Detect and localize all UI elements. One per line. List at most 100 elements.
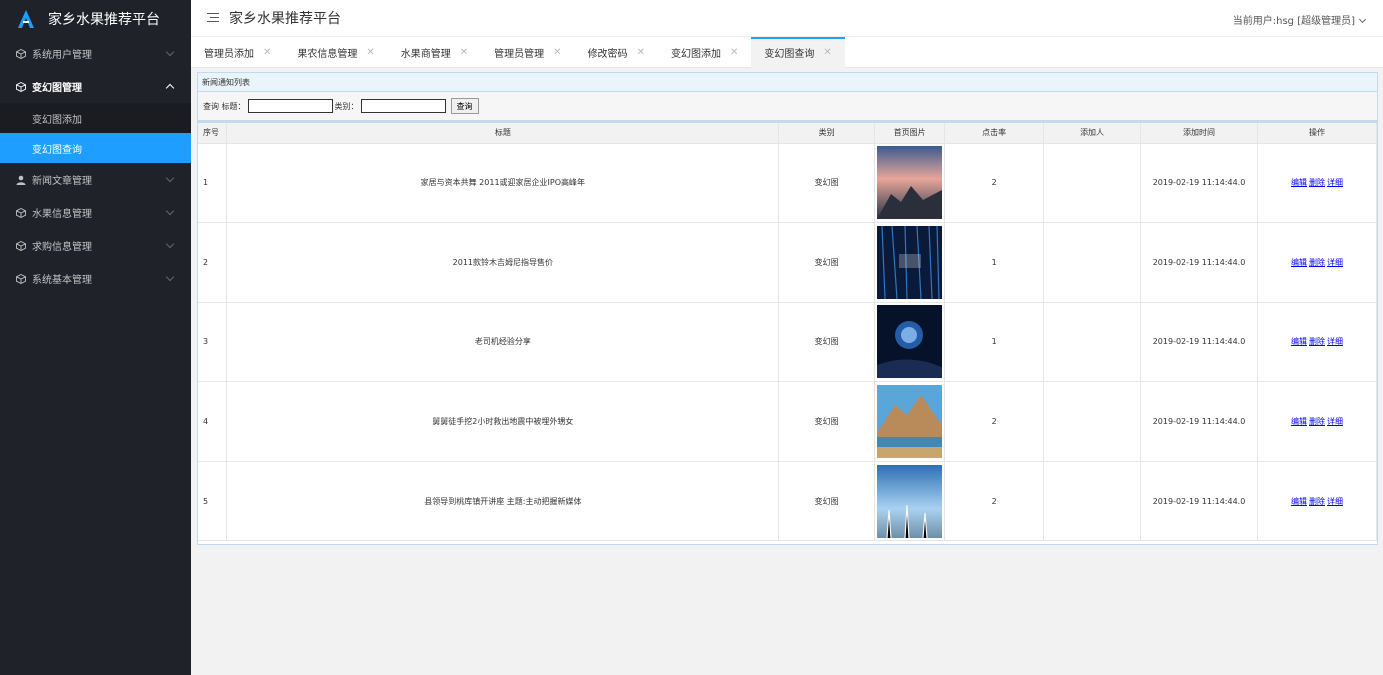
cube-icon: [16, 81, 26, 92]
sidebar-subitem-carousel-query[interactable]: 变幻图查询: [0, 133, 191, 163]
menu-toggle-icon[interactable]: [207, 13, 219, 23]
cell-clicks: 2: [944, 381, 1045, 462]
tab-label: 果农信息管理: [297, 49, 358, 60]
tab-merchant-manage[interactable]: 水果商管理 ✕: [388, 37, 481, 68]
current-user-label: 当前用户:hsg [超级管理员]: [1232, 16, 1355, 27]
tab-bar: 管理员添加 ✕ 果农信息管理 ✕ 水果商管理 ✕ 管理员管理 ✕ 修改密码 ✕ 变幻图添加…: [191, 37, 1383, 68]
col-header-title: 标题: [226, 123, 780, 144]
edit-link[interactable]: 编辑: [1291, 497, 1307, 506]
search-button[interactable]: 查询: [450, 98, 479, 114]
cell-no: 5: [198, 461, 228, 542]
cell-no: 2: [198, 222, 228, 303]
close-icon[interactable]: ✕: [730, 47, 738, 58]
carousel-table: 序号 标题 类别 首页图片 点击率 添加人 添加时间 操作 1 家居与资本共舞 …: [198, 123, 1377, 542]
cell-image: [874, 143, 946, 224]
edit-link[interactable]: 编辑: [1291, 417, 1307, 426]
cube-icon: [16, 240, 26, 251]
close-icon[interactable]: ✕: [366, 47, 374, 58]
tab-carousel-add[interactable]: 变幻图添加 ✕: [658, 37, 751, 68]
cell-adder: [1043, 143, 1142, 224]
cell-time: 2019-02-19 11:14:44.0: [1140, 222, 1258, 303]
close-icon[interactable]: ✕: [823, 47, 831, 58]
cell-adder: [1043, 302, 1142, 383]
search-bar: 查询 标题： 类别： 查询: [198, 92, 1377, 123]
cell-title: 家居与资本共舞 2011或迎家居企业IPO高峰年: [226, 143, 780, 224]
sidebar-item-label: 水果信息管理: [32, 209, 92, 220]
cell-adder: [1043, 222, 1142, 303]
sidebar-item-system-users[interactable]: 系统用户管理: [0, 37, 191, 70]
chevron-down-icon: [165, 272, 175, 282]
delete-link[interactable]: 删除: [1309, 417, 1325, 426]
sidebar-item-label: 变幻图管理: [32, 83, 82, 94]
cell-clicks: 1: [944, 222, 1045, 303]
app-title: 家乡水果推荐平台: [48, 11, 160, 28]
search-title-input[interactable]: [247, 99, 333, 113]
search-type-input[interactable]: [360, 99, 446, 113]
cell-time: 2019-02-19 11:14:44.0: [1140, 143, 1258, 224]
cube-icon: [16, 273, 26, 284]
detail-link[interactable]: 详细: [1327, 417, 1343, 426]
tab-label: 修改密码: [587, 49, 628, 60]
chevron-down-icon: [1358, 15, 1367, 24]
tab-carousel-query[interactable]: 变幻图查询 ✕: [751, 37, 846, 68]
cell-time: 2019-02-19 11:14:44.0: [1140, 461, 1258, 542]
col-header-no: 序号: [198, 123, 228, 144]
cell-clicks: 2: [944, 461, 1045, 542]
close-icon[interactable]: ✕: [263, 47, 271, 58]
detail-link[interactable]: 详细: [1327, 497, 1343, 506]
delete-link[interactable]: 删除: [1309, 337, 1325, 346]
table-row: 2 2011款铃木吉姆尼指导售价 变幻图 1 2019-02-19 11:14:…: [198, 222, 1377, 303]
cell-type: 变幻图: [778, 461, 876, 542]
col-header-ops: 操作: [1257, 123, 1377, 144]
delete-link[interactable]: 删除: [1309, 258, 1325, 267]
delete-link[interactable]: 删除: [1309, 178, 1325, 187]
col-header-image: 首页图片: [874, 123, 946, 144]
sidebar: 家乡水果推荐平台 系统用户管理 变幻图管理 变幻图添加 变幻图查询 新闻文章管理…: [0, 0, 191, 675]
search-type-label: 类别：: [334, 101, 359, 111]
tab-change-password[interactable]: 修改密码 ✕: [575, 37, 658, 68]
cell-image: [874, 222, 946, 303]
detail-link[interactable]: 详细: [1327, 258, 1343, 267]
tab-admin-manage[interactable]: 管理员管理 ✕: [481, 37, 574, 68]
cell-adder: [1043, 461, 1142, 542]
sidebar-item-purchase[interactable]: 求购信息管理: [0, 229, 191, 262]
sidebar-item-news[interactable]: 新闻文章管理: [0, 163, 191, 196]
cell-image: [874, 302, 946, 383]
cell-ops: 编辑 删除 详细: [1257, 381, 1377, 462]
edit-link[interactable]: 编辑: [1291, 337, 1307, 346]
tab-farmer-manage[interactable]: 果农信息管理 ✕: [284, 37, 387, 68]
table-row: 4 舅舅徒手挖2小时救出地震中被埋外甥女 变幻图 2 2019-02-19 11…: [198, 381, 1377, 462]
cell-title: 舅舅徒手挖2小时救出地震中被埋外甥女: [226, 381, 780, 462]
sidebar-item-fruit[interactable]: 水果信息管理: [0, 196, 191, 229]
cell-title: 2011款铃木吉姆尼指导售价: [226, 222, 780, 303]
cell-no: 3: [198, 302, 228, 383]
detail-link[interactable]: 详细: [1327, 337, 1343, 346]
content-panel: 新闻通知列表 查询 标题： 类别： 查询 序号 标题 类别 首页图片 点击率 添…: [197, 72, 1378, 545]
col-header-type: 类别: [778, 123, 876, 144]
thumbnail-image: [877, 225, 943, 299]
page-title: 家乡水果推荐平台: [229, 11, 341, 27]
table-row: 1 家居与资本共舞 2011或迎家居企业IPO高峰年 变幻图 2 2019-02…: [198, 143, 1377, 224]
col-header-adder: 添加人: [1043, 123, 1142, 144]
tab-admin-add[interactable]: 管理员添加 ✕: [191, 37, 284, 68]
sidebar-subitem-carousel-add[interactable]: 变幻图添加: [0, 103, 191, 133]
cell-type: 变幻图: [778, 143, 876, 224]
close-icon[interactable]: ✕: [460, 47, 468, 58]
close-icon[interactable]: ✕: [637, 47, 645, 58]
logo-bar: 家乡水果推荐平台: [0, 0, 191, 37]
sidebar-item-system-basic[interactable]: 系统基本管理: [0, 262, 191, 295]
cell-title: 老司机经验分享: [226, 302, 780, 383]
cell-image: [874, 381, 946, 462]
sidebar-item-label: 系统用户管理: [32, 50, 92, 61]
user-menu[interactable]: 当前用户:hsg [超级管理员]: [1232, 12, 1367, 27]
sidebar-item-carousel[interactable]: 变幻图管理: [0, 70, 191, 103]
edit-link[interactable]: 编辑: [1291, 258, 1307, 267]
detail-link[interactable]: 详细: [1327, 178, 1343, 187]
edit-link[interactable]: 编辑: [1291, 178, 1307, 187]
delete-link[interactable]: 删除: [1309, 497, 1325, 506]
cell-time: 2019-02-19 11:14:44.0: [1140, 381, 1258, 462]
tab-label: 管理员添加: [204, 49, 254, 60]
close-icon[interactable]: ✕: [553, 47, 561, 58]
thumbnail-image: [877, 146, 943, 220]
table-row: 5 县领导到桃库镇开讲座 主题:主动把握新媒体 变幻图 2 2019-02-19…: [198, 461, 1377, 542]
